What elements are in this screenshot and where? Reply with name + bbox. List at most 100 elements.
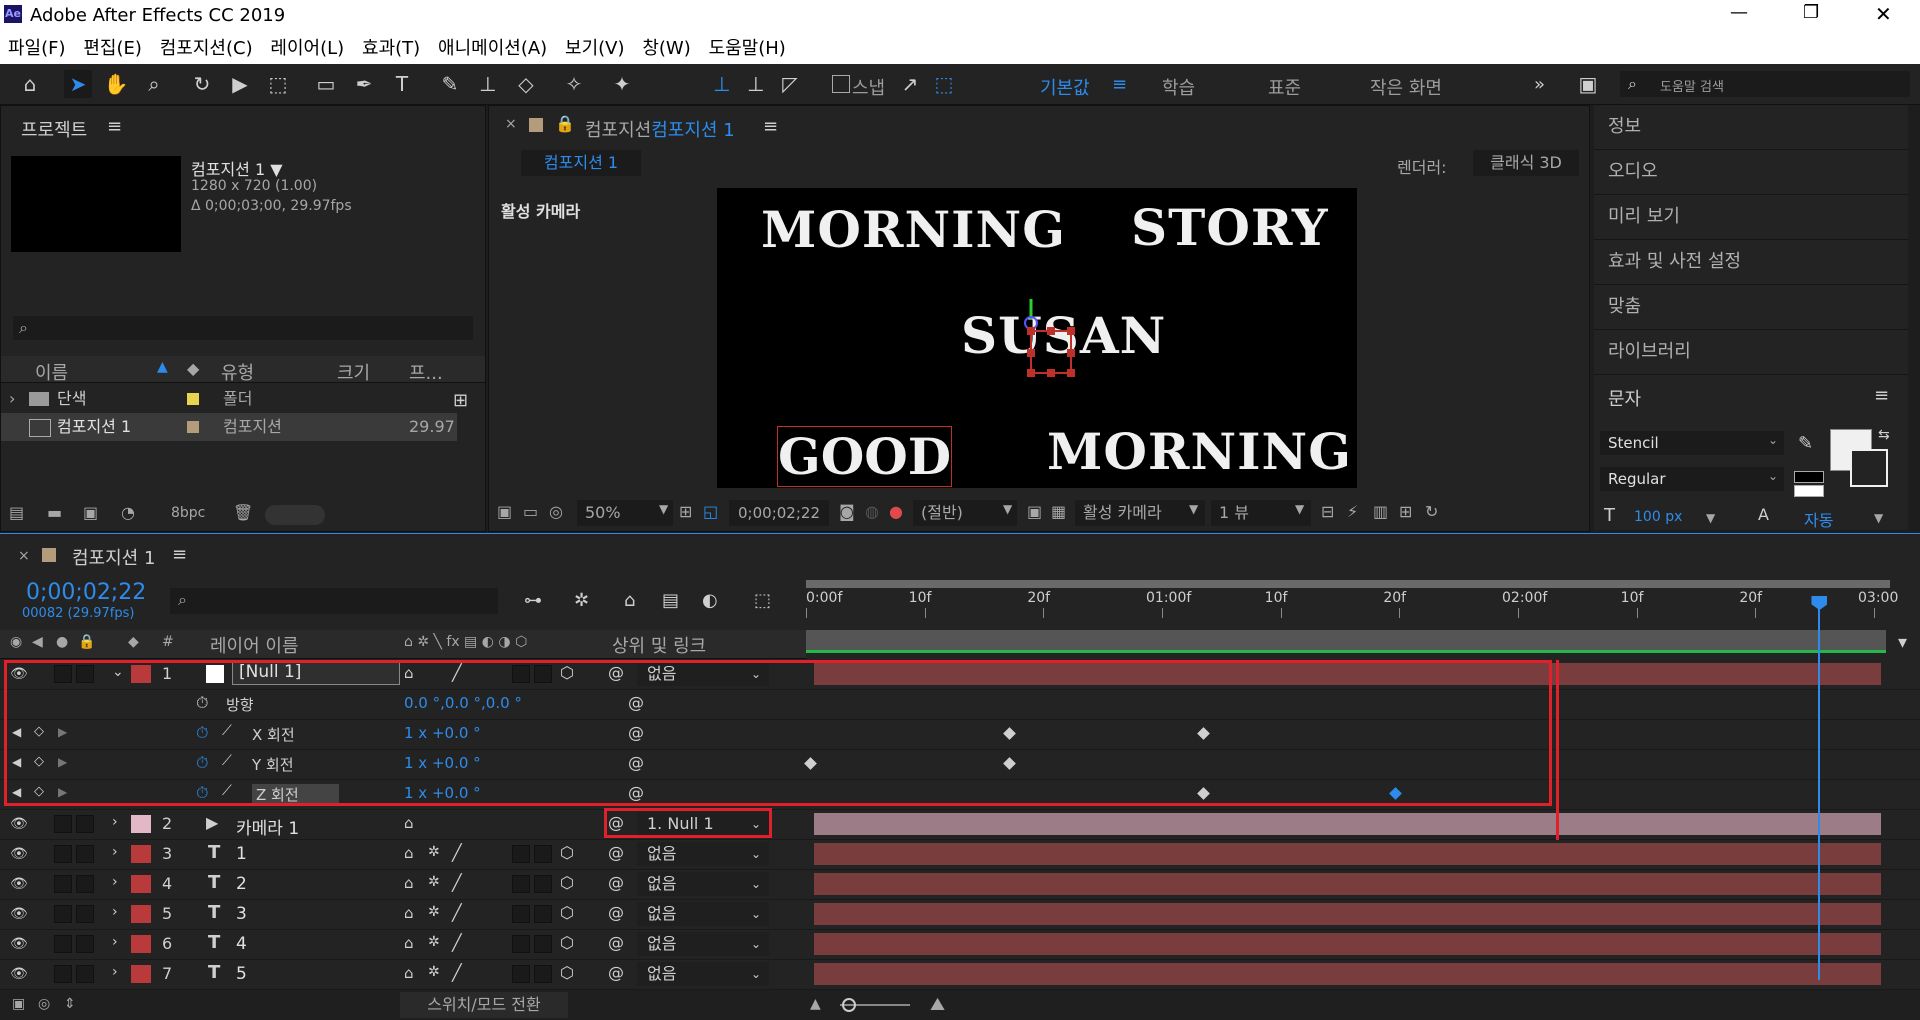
close-button[interactable]: ✕ <box>1875 2 1892 26</box>
keyframe-icon[interactable] <box>1002 727 1016 740</box>
panel-menu-icon[interactable]: ≡ <box>107 116 122 137</box>
project-settings-icon[interactable]: ◔ <box>121 503 135 522</box>
col-frame-rate[interactable]: 프... <box>409 359 443 385</box>
rectangle-tool-icon[interactable]: ▭ <box>312 70 340 98</box>
new-composition-icon[interactable]: ▣ <box>83 503 98 522</box>
add-keyframe-icon[interactable]: ◇ <box>34 784 44 799</box>
comp-flowchart-icon[interactable]: ⊶ <box>524 590 542 611</box>
pick-whip-icon[interactable]: @ <box>608 933 624 952</box>
expand-arrow-icon[interactable]: › <box>112 934 118 950</box>
leading-value[interactable]: 자동 <box>1804 507 1833 531</box>
3d-layer-icon[interactable]: ⬡ <box>560 903 574 922</box>
zoom-tool-icon[interactable]: ⌕ <box>140 70 168 98</box>
layer-duration-bar[interactable] <box>814 873 1881 895</box>
pick-whip-icon[interactable]: @ <box>608 663 624 682</box>
close-tab-icon[interactable]: × <box>505 116 517 132</box>
prev-keyframe-icon[interactable]: ◀ <box>12 755 21 769</box>
collapse-switch-icon[interactable]: ✲ <box>428 904 440 920</box>
collapse-switch-icon[interactable]: ✲ <box>428 934 440 950</box>
hand-tool-icon[interactable]: ✋ <box>102 70 130 98</box>
layer-label-color[interactable] <box>131 845 151 863</box>
panel-audio[interactable]: 오디오 <box>1594 150 1908 195</box>
channel-icon[interactable]: ● <box>889 502 903 521</box>
pick-whip-icon[interactable]: @ <box>628 723 644 742</box>
layer-duration-bar[interactable] <box>814 843 1881 865</box>
reset-exposure-icon[interactable]: ↻ <box>1425 502 1438 521</box>
quality-switch-icon[interactable]: ╱ <box>452 873 462 892</box>
lock-switch[interactable] <box>76 935 94 953</box>
solo-switch[interactable] <box>54 665 72 683</box>
always-preview-icon[interactable]: ▣ <box>497 502 512 521</box>
property-value[interactable]: 0.0 °,0.0 °,0.0 ° <box>404 694 522 712</box>
layer-name[interactable]: 4 <box>236 934 247 954</box>
parent-select[interactable]: 없음 ⌄ <box>637 842 769 866</box>
menu-composition[interactable]: 컴포지션(C) <box>160 34 253 64</box>
camera-select[interactable]: 활성 카메라 <box>1075 500 1205 526</box>
keyframe-icon[interactable] <box>1002 757 1016 770</box>
current-time-indicator[interactable] <box>1811 596 1828 980</box>
layer-duration-bar[interactable] <box>814 963 1881 985</box>
solo-switch[interactable] <box>54 815 72 833</box>
next-keyframe-icon[interactable]: ▶ <box>58 725 67 739</box>
new-folder-icon[interactable]: ▬ <box>47 503 62 522</box>
shy-switch-icon[interactable]: ⌂ <box>404 664 414 682</box>
shy-switch-icon[interactable]: ⌂ <box>404 874 414 892</box>
panel-libraries[interactable]: 라이브러리 <box>1594 330 1908 375</box>
shy-switch-icon[interactable]: ⌂ <box>404 844 414 862</box>
keyframe-icon[interactable] <box>1389 787 1403 800</box>
quality-switch-icon[interactable]: ╱ <box>452 963 462 982</box>
trash-icon[interactable]: 🗑 <box>233 503 253 522</box>
solo-switch[interactable] <box>54 935 72 953</box>
bit-depth-button[interactable]: 8bpc <box>171 505 205 521</box>
layer-name[interactable]: 1 <box>236 844 247 864</box>
solo-switch[interactable] <box>54 965 72 983</box>
adjustment-switch[interactable] <box>512 935 530 953</box>
3d-layer-icon[interactable]: ⬡ <box>560 963 574 982</box>
timeline-tab-title[interactable]: 컴포지션 1 <box>72 544 155 570</box>
adjustment-switch[interactable] <box>512 965 530 983</box>
font-style-select[interactable]: Regular <box>1600 467 1784 491</box>
solo-switch[interactable] <box>54 845 72 863</box>
shy-switch-icon[interactable]: ⌂ <box>404 814 414 832</box>
lock-switch[interactable] <box>76 965 94 983</box>
collapse-switch-icon[interactable]: ✲ <box>428 844 440 860</box>
timeline-search-input[interactable]: ⌕ <box>170 588 498 614</box>
shy-switch-icon[interactable]: ⌂ <box>404 934 414 952</box>
workspace-menu-icon[interactable]: ≡ <box>1112 74 1127 95</box>
pick-whip-icon[interactable]: @ <box>608 963 624 982</box>
motion-blur-switch[interactable] <box>534 665 552 683</box>
project-item-folder[interactable]: › 단색 폴더 <box>1 385 471 413</box>
panel-effects-presets[interactable]: 효과 및 사전 설정 <box>1594 240 1908 285</box>
add-keyframe-icon[interactable]: ◇ <box>34 724 44 739</box>
comp-canvas[interactable]: MORNING STORY SUSAN GOOD MORNING <box>717 188 1357 488</box>
layer-label-color[interactable] <box>131 875 151 893</box>
pick-whip-icon[interactable]: @ <box>608 813 624 832</box>
motion-blur-icon[interactable]: ◐ <box>702 590 718 611</box>
shy-switch-icon[interactable]: ⌂ <box>404 904 414 922</box>
layer-duration-bar[interactable] <box>814 903 1881 925</box>
parent-select[interactable]: 없음 ⌄ <box>637 902 769 926</box>
pick-whip-icon[interactable]: @ <box>628 783 644 802</box>
stopwatch-icon[interactable]: ⏱ <box>196 693 208 713</box>
pick-whip-icon[interactable]: @ <box>628 753 644 772</box>
visibility-eye-icon[interactable]: 👁 <box>10 876 28 892</box>
layer-label-color[interactable] <box>131 815 151 833</box>
motion-blur-switch[interactable] <box>534 965 552 983</box>
graph-editor-icon[interactable]: ⬚ <box>754 590 771 611</box>
flowchart-icon[interactable]: ⊞ <box>453 390 468 411</box>
prev-keyframe-icon[interactable]: ◀ <box>12 785 21 799</box>
quality-switch-icon[interactable]: ╱ <box>452 903 462 922</box>
layer-name[interactable]: 5 <box>236 964 247 984</box>
fast-preview-icon[interactable]: ⚡ <box>1347 502 1358 521</box>
in-out-icon[interactable]: ⇕ <box>64 996 76 1012</box>
next-keyframe-icon[interactable]: ▶ <box>58 785 67 799</box>
more-workspaces-icon[interactable]: » <box>1534 74 1545 95</box>
shy-switch-icon[interactable]: ⌂ <box>404 964 414 982</box>
shy-layers-icon[interactable]: ⌂ <box>624 590 635 611</box>
null-transform-gizmo[interactable] <box>1017 293 1097 383</box>
layer-label-color[interactable] <box>131 965 151 983</box>
menu-effect[interactable]: 효과(T) <box>362 34 420 64</box>
col-type[interactable]: 유형 <box>221 359 254 385</box>
panel-info[interactable]: 정보 <box>1594 105 1908 150</box>
workspace-standard[interactable]: 표준 <box>1268 74 1301 100</box>
